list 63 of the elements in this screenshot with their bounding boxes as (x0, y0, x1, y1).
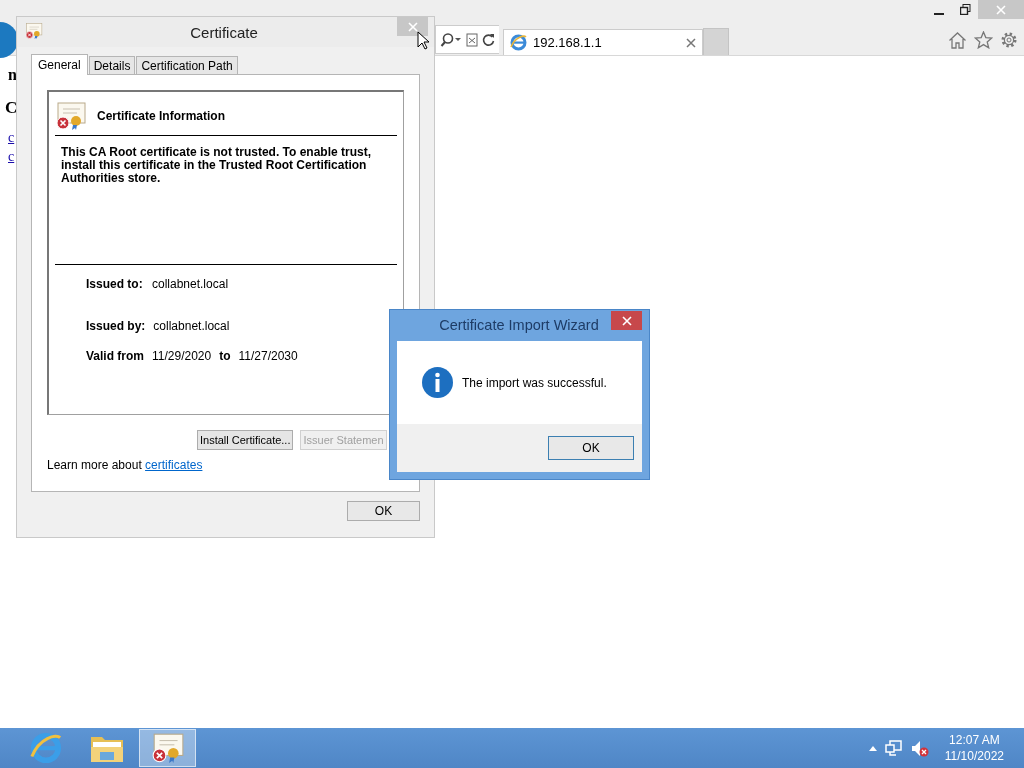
clock-date: 11/10/2022 (944, 748, 1004, 764)
field-value: 11/29/2020 (152, 349, 212, 363)
clock-time: 12:07 AM (949, 732, 1000, 748)
close-tab-button[interactable] (686, 37, 696, 48)
compatibility-button[interactable] (466, 32, 478, 47)
home-button[interactable] (948, 31, 967, 49)
dialog-title: Certificate Import Wizard (438, 316, 600, 333)
dialog-tab[interactable]: Details (88, 56, 136, 74)
refresh-button[interactable] (482, 32, 495, 47)
dialog-tab[interactable]: Certification Path (136, 56, 238, 74)
section-heading: Certificate Information (97, 109, 225, 123)
close-icon (686, 37, 696, 48)
field-value: 11/27/2030 (238, 349, 298, 363)
settings-button[interactable] (1000, 31, 1018, 49)
browser-logo-icon (510, 34, 527, 51)
show-hidden-icons-button[interactable] (868, 745, 877, 751)
browser-logo-icon (29, 732, 62, 764)
muted-speaker-icon (910, 739, 929, 757)
ok-button[interactable]: OK (347, 501, 420, 521)
minimize-icon (934, 12, 944, 15)
star-icon (974, 31, 993, 49)
volume-button[interactable] (910, 739, 929, 757)
message-text: The import was successful. (462, 375, 607, 390)
field-label: to (219, 349, 231, 363)
restore-icon (959, 4, 971, 15)
tab-title: 192.168.1.1 (533, 35, 603, 50)
field-label: Issued to: (86, 277, 144, 293)
field-value: collabnet.local (153, 319, 230, 335)
page-link[interactable]: c (8, 130, 16, 146)
close-icon (996, 4, 1006, 15)
home-icon (948, 31, 967, 49)
search-button[interactable] (440, 32, 462, 47)
certificate-icon (25, 23, 43, 39)
dialog-tab[interactable]: General (31, 54, 88, 75)
taskbar-app-button[interactable] (139, 729, 196, 767)
dialog-title: Certificate (189, 23, 259, 41)
network-icon (884, 740, 903, 756)
page-link[interactable]: c (8, 149, 16, 165)
page-icon (466, 32, 478, 47)
field-label: Issued by: (86, 319, 146, 335)
field-label: Valid from (86, 349, 144, 363)
close-button[interactable] (611, 311, 642, 330)
close-button[interactable] (397, 17, 428, 36)
settings-icon (1000, 31, 1018, 49)
install-certificate-button[interactable]: Install Certificate... (197, 430, 294, 450)
favorites-button[interactable] (974, 31, 993, 49)
mouse-cursor-icon (417, 31, 429, 50)
ok-button[interactable]: OK (548, 436, 634, 460)
title-text: C (5, 98, 18, 118)
network-button[interactable] (884, 740, 903, 756)
information-icon (422, 367, 453, 398)
heading-text: n (8, 66, 17, 84)
trust-message: This CA Root certificate is not trusted. To enable trust, install this certificate in the Trusted Root Certification Authorities store. (55, 136, 397, 265)
close-icon (407, 21, 418, 32)
caret-up-icon (868, 745, 877, 751)
certificate-icon (55, 102, 87, 130)
refresh-icon (482, 32, 495, 47)
browser-tab[interactable]: 192.168.1.1 (503, 29, 703, 55)
close-icon (621, 315, 632, 326)
certificate-icon (150, 733, 185, 763)
search-icon (440, 32, 462, 47)
field-value: collabnet.local (152, 277, 229, 293)
certificates-link[interactable]: certificates (145, 458, 203, 472)
